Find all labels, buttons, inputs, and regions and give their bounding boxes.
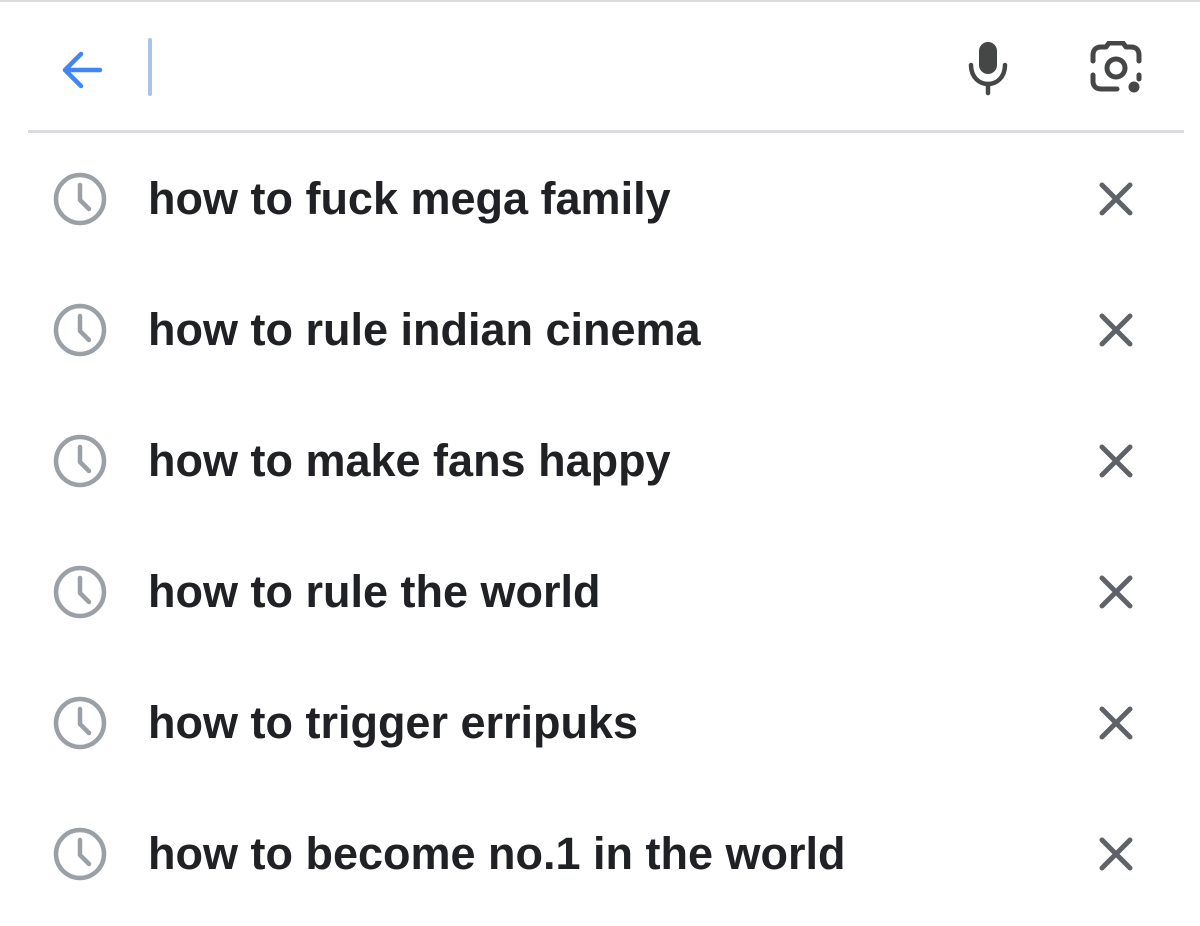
history-item-text: how to become no.1 in the world bbox=[148, 828, 846, 879]
remove-history-button[interactable] bbox=[1088, 171, 1144, 227]
remove-history-button[interactable] bbox=[1088, 302, 1144, 358]
remove-history-button[interactable] bbox=[1088, 433, 1144, 489]
history-item-text: how to fuck mega family bbox=[148, 173, 671, 224]
remove-history-button[interactable] bbox=[1088, 564, 1144, 620]
close-icon bbox=[1099, 706, 1133, 740]
history-item[interactable]: how to trigger erripuks bbox=[0, 657, 1200, 788]
search-field[interactable] bbox=[140, 32, 920, 102]
clock-icon bbox=[50, 693, 110, 753]
clock-icon bbox=[50, 300, 110, 360]
close-icon bbox=[1099, 837, 1133, 871]
history-item-text: how to rule indian cinema bbox=[148, 304, 701, 355]
history-item[interactable]: how to rule indian cinema bbox=[0, 264, 1200, 395]
history-item[interactable]: how to become no.1 in the world bbox=[0, 788, 1200, 919]
close-icon bbox=[1099, 575, 1133, 609]
close-icon bbox=[1099, 444, 1133, 478]
lens-search-button[interactable] bbox=[1084, 36, 1148, 100]
clock-icon bbox=[50, 562, 110, 622]
microphone-icon bbox=[968, 42, 1008, 96]
clock-icon bbox=[50, 431, 110, 491]
history-item-text: how to make fans happy bbox=[148, 435, 671, 486]
history-item-text: how to trigger erripuks bbox=[148, 697, 639, 748]
remove-history-button[interactable] bbox=[1088, 826, 1144, 882]
clock-icon bbox=[50, 169, 110, 229]
camera-lens-icon bbox=[1090, 41, 1142, 93]
back-button[interactable] bbox=[52, 40, 112, 100]
remove-history-button[interactable] bbox=[1088, 695, 1144, 751]
search-input[interactable] bbox=[140, 32, 920, 102]
search-bar bbox=[0, 2, 1200, 132]
close-icon bbox=[1099, 313, 1133, 347]
history-item[interactable]: how to rule the world bbox=[0, 526, 1200, 657]
text-caret bbox=[148, 38, 152, 96]
history-item-text: how to rule the world bbox=[148, 566, 601, 617]
history-item[interactable]: how to fuck mega family bbox=[0, 133, 1200, 264]
clock-icon bbox=[50, 824, 110, 884]
arrow-left-icon bbox=[62, 51, 103, 89]
close-icon bbox=[1099, 182, 1133, 216]
search-history-list: how to fuck mega family how to rule indi… bbox=[0, 133, 1200, 919]
voice-search-button[interactable] bbox=[956, 36, 1020, 100]
history-item[interactable]: how to make fans happy bbox=[0, 395, 1200, 526]
